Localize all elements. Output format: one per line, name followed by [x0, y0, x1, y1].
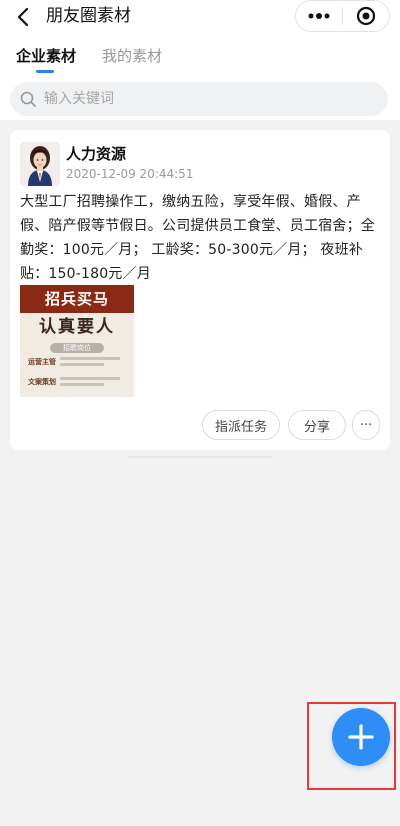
poster-role-1: 运营主管 — [28, 358, 56, 366]
tab-enterprise-materials[interactable]: 企业素材 — [16, 46, 76, 66]
post-more-button[interactable]: ··· — [352, 410, 380, 440]
poster-role-2-desc-2 — [60, 383, 104, 386]
post-image[interactable]: 招兵买马 认真要人 招聘岗位 运营主管 文案策划 — [20, 285, 134, 397]
top-bar: 朋友圈素材 — [0, 0, 400, 34]
search-input[interactable] — [44, 82, 374, 116]
back-button[interactable] — [10, 4, 36, 30]
poster-tag: 招聘岗位 — [50, 343, 104, 353]
mini-program-capsule — [295, 0, 390, 32]
poster-role-1-desc-2 — [60, 363, 104, 366]
page-title: 朋友圈素材 — [46, 6, 131, 26]
close-button[interactable] — [343, 1, 389, 31]
search-bar — [10, 82, 388, 116]
more-dots-icon — [308, 13, 330, 19]
target-circle-icon — [356, 6, 376, 26]
poster-role-2: 文案策划 — [28, 378, 56, 386]
search-icon — [20, 91, 36, 107]
post-author: 人力资源 — [66, 145, 127, 163]
material-card: 人力资源 2020-12-09 20:44:51 大型工厂招聘操作工，缴纳五险，… — [10, 130, 390, 450]
post-content: 大型工厂招聘操作工，缴纳五险，享受年假、婚假、产假、陪产假等节假日。公司提供员工… — [20, 194, 375, 282]
poster-headline: 招兵买马 — [20, 285, 134, 313]
poster-role-1-desc — [60, 357, 120, 360]
tab-bar: 企业素材 我的素材 — [0, 34, 400, 80]
poster-role-2-desc — [60, 377, 120, 380]
active-tab-indicator — [36, 70, 54, 73]
avatar — [20, 142, 60, 186]
scroll-indicator — [128, 456, 272, 458]
poster-subheadline: 认真要人 — [39, 317, 115, 337]
tab-my-materials[interactable]: 我的素材 — [102, 46, 162, 66]
chevron-left-icon — [17, 7, 29, 27]
avatar-image — [20, 142, 60, 186]
post-timestamp: 2020-12-09 20:44:51 — [66, 167, 194, 181]
assign-task-button[interactable]: 指派任务 — [202, 410, 280, 440]
more-button[interactable] — [296, 1, 342, 31]
share-button[interactable]: 分享 — [288, 410, 346, 440]
add-material-button[interactable] — [332, 708, 390, 766]
plus-icon — [348, 724, 374, 750]
search-section — [0, 80, 400, 120]
